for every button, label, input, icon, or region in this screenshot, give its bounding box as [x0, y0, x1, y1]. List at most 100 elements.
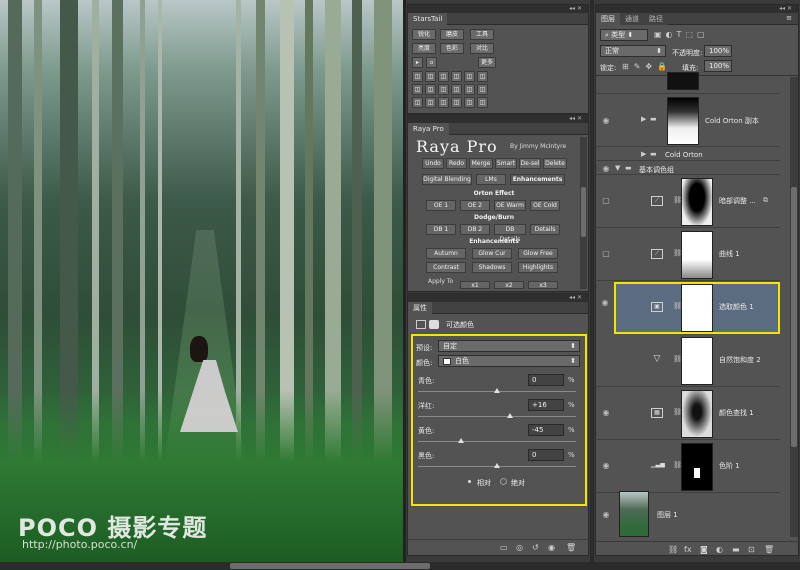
tab-raya-pro[interactable]: Raya Pro — [408, 123, 449, 135]
panel-menu-icon[interactable]: ≡ — [786, 14, 792, 22]
raya-tab-lms[interactable]: LMs — [476, 174, 506, 185]
raya-delete-button[interactable]: Delete — [543, 158, 567, 169]
db-details-button[interactable]: DB Details — [494, 224, 526, 243]
layer-color-lookup-1[interactable]: ◉ ▦ ⛓ 颜色查找 1 — [597, 388, 780, 440]
color-select[interactable]: 白色 ⬍ — [438, 355, 580, 367]
new-group-icon[interactable]: ▬ — [732, 545, 740, 554]
black-slider-thumb[interactable] — [494, 463, 500, 468]
add-mask-icon[interactable]: ◙ — [700, 545, 708, 554]
layer-filter-select[interactable]: ⌕ 类型 ⬍ — [600, 29, 648, 41]
starstail-stop-button[interactable]: ▫ — [426, 57, 437, 68]
view-previous-icon[interactable]: ◎ — [516, 543, 523, 552]
oe1-button[interactable]: OE 1 — [426, 200, 456, 211]
adjustment-type-label: 可选颜色 — [446, 321, 474, 329]
layer-thumbnail — [681, 390, 713, 438]
filter-icons[interactable]: ▣◐T⬚▢ — [654, 30, 709, 39]
oe-cold-button[interactable]: OE Cold — [530, 200, 560, 211]
eye-icon[interactable]: ◉ — [601, 510, 611, 520]
clip-icon[interactable]: ▭ — [500, 543, 508, 552]
eye-icon[interactable]: ◉ — [601, 408, 611, 418]
starstail-skin-button[interactable]: 磨皮 — [440, 29, 464, 40]
yellow-input[interactable]: -45 — [528, 424, 564, 436]
oe2-button[interactable]: OE 2 — [460, 200, 490, 211]
link-icon[interactable]: ⛓ — [668, 545, 678, 554]
apply-x2-button[interactable]: x2 — [494, 281, 524, 289]
relative-radio[interactable] — [466, 478, 473, 485]
starstail-tools-button[interactable]: 工具 — [470, 29, 494, 40]
layer-levels-1[interactable]: ◉ ▁▃▅ ⛓ 色阶 1 — [597, 441, 780, 493]
raya-undo-button[interactable]: Undo — [422, 158, 444, 169]
oe-warm-button[interactable]: OE Warm — [494, 200, 526, 211]
starstail-color-button[interactable]: 色彩 — [440, 43, 464, 54]
magenta-slider-thumb[interactable] — [506, 413, 513, 418]
expand-arrow-icon[interactable]: ▶ — [641, 150, 646, 158]
yellow-slider-thumb[interactable] — [458, 438, 465, 443]
db1-button[interactable]: DB 1 — [426, 224, 456, 235]
layer-name: 自然饱和度 2 — [719, 356, 761, 364]
preset-select[interactable]: 自定 ⬍ — [438, 340, 580, 352]
raya-desel-button[interactable]: De-sel — [519, 158, 541, 169]
cyan-input[interactable]: 0 — [528, 374, 564, 386]
raya-smart-button[interactable]: Smart — [495, 158, 517, 169]
lock-icons[interactable]: ⊞✎✥🔒 — [622, 62, 672, 71]
raya-redo-button[interactable]: Redo — [446, 158, 467, 169]
glow-free-button[interactable]: Glow Free — [518, 248, 558, 259]
tab-paths[interactable]: 路径 — [644, 13, 668, 25]
bottom-scrollbar[interactable] — [0, 562, 800, 570]
eye-icon[interactable]: ◉ — [601, 461, 611, 471]
autumn-button[interactable]: Autumn — [426, 248, 466, 259]
layer-cold-orton-copy[interactable]: ◉ ▶ ▬ Cold Orton 副本 — [597, 95, 780, 147]
details-button[interactable]: Details — [530, 224, 560, 235]
layers-scrollbar[interactable] — [790, 77, 798, 537]
tab-channels[interactable]: 通道 — [620, 13, 644, 25]
layer-shadow-adjust[interactable]: ▢ ⟋ ⛓ 暗部调整 ... ⧉ — [597, 176, 780, 228]
shadows-button[interactable]: Shadows — [472, 262, 512, 273]
trash-icon[interactable]: 🗑 — [566, 543, 576, 552]
visibility-box-icon[interactable]: ▢ — [601, 249, 611, 259]
raya-merge-button[interactable]: Merge — [469, 158, 493, 169]
tab-properties[interactable]: 属性 — [408, 302, 432, 314]
contrast-button[interactable]: Contrast — [426, 262, 466, 273]
raya-scrollbar[interactable] — [580, 137, 587, 289]
delete-layer-icon[interactable]: 🗑 — [764, 545, 774, 554]
raya-tab-digital-blending[interactable]: Digital Blending — [422, 174, 472, 185]
blend-mode-select[interactable]: 正常 ⬍ — [600, 45, 666, 57]
db2-button[interactable]: DB 2 — [460, 224, 490, 235]
eye-icon[interactable]: ◉ — [600, 298, 610, 308]
layer-cold-orton[interactable]: ▶ ▬ Cold Orton — [597, 148, 780, 161]
absolute-radio[interactable] — [500, 478, 507, 485]
apply-x1-button[interactable]: x1 — [460, 281, 490, 289]
tab-starstail[interactable]: StarsTail — [408, 13, 448, 25]
layer-group-basic[interactable]: ◉ ▼ ▬ 基本调色组 — [597, 162, 780, 175]
adjustment-layer-icon[interactable]: ◐ — [716, 545, 723, 554]
visibility-icon[interactable]: ◉ — [548, 543, 555, 552]
expand-arrow-icon[interactable]: ▶ — [641, 115, 646, 123]
highlights-button[interactable]: Highlights — [518, 262, 558, 273]
fx-icon[interactable]: fx — [684, 545, 692, 554]
starstail-sharpen-button[interactable]: 锐化 — [412, 29, 436, 40]
fill-input[interactable]: 100% — [704, 60, 732, 72]
tab-layers[interactable]: 图层 — [596, 13, 620, 25]
layer-partial-top[interactable] — [597, 72, 780, 94]
starstail-play-button[interactable]: ▸ — [412, 57, 423, 68]
visibility-box-icon[interactable]: ▢ — [601, 196, 611, 206]
eye-icon[interactable]: ◉ — [601, 116, 611, 126]
collapse-arrow-icon[interactable]: ▼ — [615, 164, 620, 172]
layer-curves-1[interactable]: ▢ ⟋ ⛓ 曲线 1 — [597, 229, 780, 281]
reset-icon[interactable]: ↺ — [532, 543, 539, 552]
raya-tab-enhancements[interactable]: Enhancements — [510, 174, 565, 185]
opacity-input[interactable]: 100% — [704, 45, 732, 57]
apply-x3-button[interactable]: x3 — [528, 281, 558, 289]
magenta-input[interactable]: +16 — [528, 399, 564, 411]
layer-vibrance-2[interactable]: ▽ ⛓ 自然饱和度 2 — [597, 335, 780, 387]
black-input[interactable]: 0 — [528, 449, 564, 461]
layer-1[interactable]: ◉ 图层 1 — [597, 491, 780, 538]
eye-icon[interactable]: ◉ — [601, 164, 611, 174]
glow-cur-button[interactable]: Glow Cur — [472, 248, 512, 259]
new-layer-icon[interactable]: ⊡ — [748, 545, 755, 554]
starstail-brightness-button[interactable]: 亮度 — [412, 43, 436, 54]
cyan-slider-thumb[interactable] — [494, 388, 500, 393]
layer-selective-color-1[interactable]: ▣ ⛓ 选取颜色 1 — [614, 282, 780, 334]
starstail-contrast-button[interactable]: 对比 — [470, 43, 494, 54]
starstail-more-button[interactable]: 更多 — [478, 57, 496, 68]
